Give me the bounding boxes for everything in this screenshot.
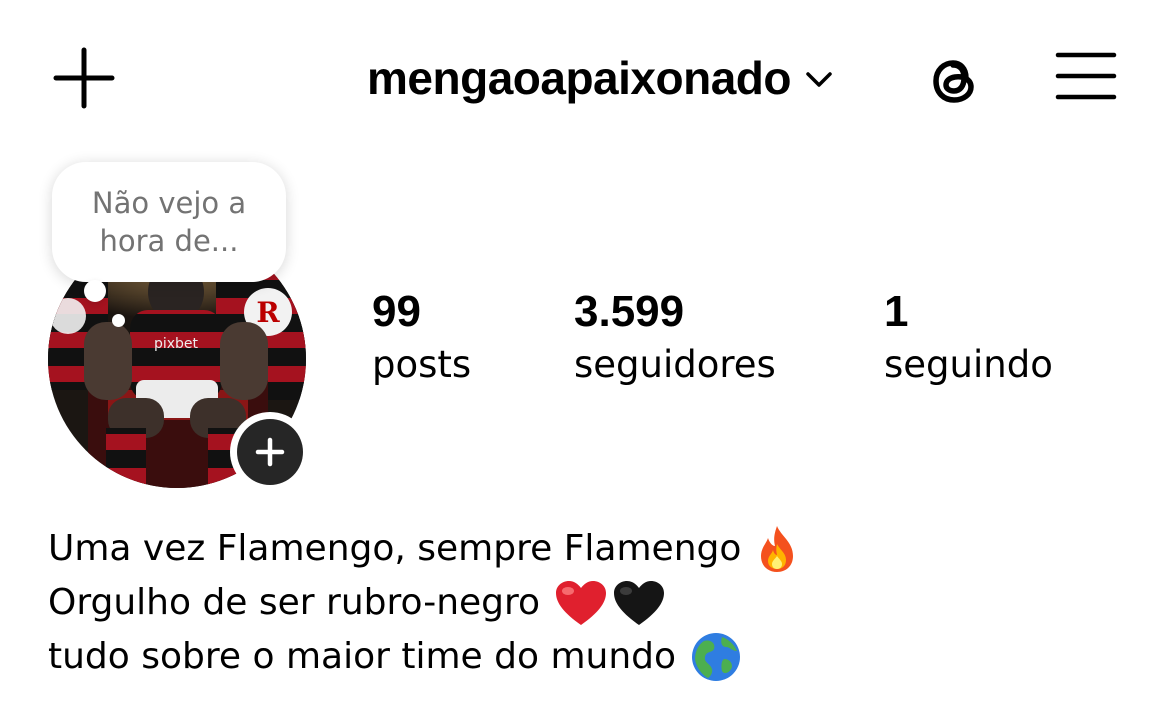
plus-icon xyxy=(53,47,115,109)
svg-text:pixbet: pixbet xyxy=(154,336,199,352)
profile-header: mengaoapaixonado xyxy=(0,0,1170,150)
create-button[interactable] xyxy=(48,42,120,114)
bio-line-2: Orgulho de ser rubro-negro xyxy=(48,576,1128,630)
bio-line-text: Uma vez Flamengo, sempre Flamengo xyxy=(48,528,742,569)
chevron-down-icon xyxy=(805,71,833,89)
svg-text:R: R xyxy=(256,296,280,329)
threads-icon xyxy=(933,60,974,103)
posts-label: posts xyxy=(372,343,472,386)
note-bubble[interactable]: Não vejo a hora de... xyxy=(52,162,286,282)
following-label: seguindo xyxy=(884,343,1053,386)
followers-stat[interactable]: 3.599 seguidores xyxy=(574,286,776,392)
red-heart-emoji xyxy=(554,579,608,627)
profile-username: mengaoapaixonado xyxy=(367,52,791,104)
note-text: Não vejo a hora de... xyxy=(91,186,247,258)
add-story-button[interactable] xyxy=(230,412,310,492)
note-bubble-tail-dot xyxy=(112,314,125,327)
hamburger-menu-icon xyxy=(1055,52,1117,100)
bio-line-text: Orgulho de ser rubro-negro xyxy=(48,582,541,623)
account-switcher[interactable]: mengaoapaixonado xyxy=(300,48,900,108)
profile-bio: Uma vez Flamengo, sempre Flamengo Orgulh… xyxy=(48,522,1128,684)
followers-count: 3.599 xyxy=(574,287,685,336)
note-bubble-tail xyxy=(84,280,106,302)
bio-line-1: Uma vez Flamengo, sempre Flamengo xyxy=(48,522,1128,576)
plus-icon xyxy=(255,437,285,467)
menu-button[interactable] xyxy=(1050,46,1122,106)
fire-emoji xyxy=(755,524,799,574)
following-count: 1 xyxy=(884,287,909,336)
black-heart-emoji xyxy=(612,579,666,627)
threads-button[interactable] xyxy=(918,44,990,116)
bio-line-text: tudo sobre o maior time do mundo xyxy=(48,636,677,677)
posts-count: 99 xyxy=(372,287,421,336)
followers-label: seguidores xyxy=(574,343,776,386)
bio-line-3: tudo sobre o maior time do mundo xyxy=(48,630,1128,684)
globe-americas-emoji xyxy=(690,631,742,683)
add-story-badge xyxy=(237,419,303,485)
posts-stat[interactable]: 99 posts xyxy=(372,286,471,392)
following-stat[interactable]: 1 seguindo xyxy=(884,286,1053,392)
